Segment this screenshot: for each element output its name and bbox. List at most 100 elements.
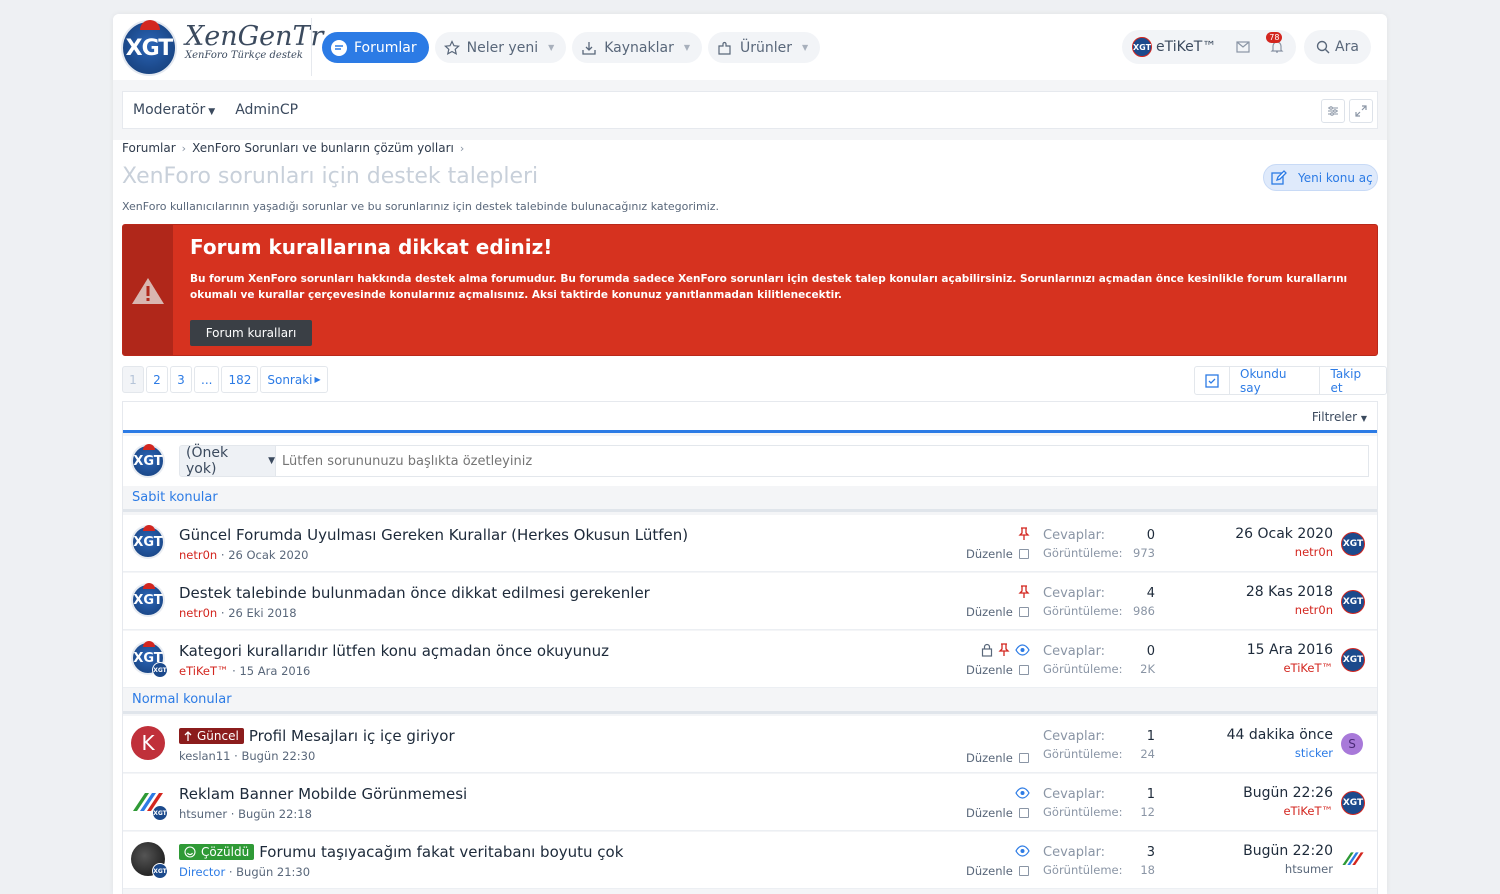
last-poster-avatar[interactable]: XGT <box>1341 590 1365 614</box>
last-post-user[interactable]: netr0n <box>1183 545 1333 559</box>
select-checkbox[interactable] <box>1018 808 1029 818</box>
thread-title[interactable]: Forumu taşıyacağım fakat veritabanı boyu… <box>259 843 623 861</box>
thread-row[interactable]: K Güncel Profil Mesajları iç içe giriyor… <box>123 716 1377 773</box>
thread-author[interactable]: htsumer <box>179 807 227 821</box>
thread-title-input[interactable] <box>276 445 1369 477</box>
select-checkbox[interactable] <box>1018 665 1029 675</box>
page-link[interactable]: 2 <box>146 366 168 393</box>
avatar[interactable]: XGT <box>131 583 165 617</box>
edit-link[interactable]: Düzenle <box>966 663 1013 677</box>
thread-title[interactable]: Güncel Forumda Uyulması Gereken Kurallar… <box>179 526 688 544</box>
thread-date[interactable]: 15 Ara 2016 <box>239 664 310 678</box>
thread-date[interactable]: 26 Eki 2018 <box>228 606 296 620</box>
breadcrumb-item[interactable]: XenForo Sorunları ve bunların çözüm yoll… <box>192 141 454 155</box>
thread-date[interactable]: Bugün 22:18 <box>238 807 312 821</box>
edit-link[interactable]: Düzenle <box>966 864 1013 878</box>
avatar[interactable]: XGT <box>131 784 168 821</box>
select-checkbox[interactable] <box>1018 866 1029 876</box>
envelope-icon[interactable] <box>1236 41 1250 53</box>
last-poster-avatar[interactable]: XGT <box>1341 648 1365 672</box>
prefix-badge[interactable]: Güncel <box>179 728 244 744</box>
style-settings-button[interactable] <box>1321 99 1345 123</box>
thread-title[interactable]: Profil Mesajları iç içe giriyor <box>249 727 455 745</box>
last-poster-avatar[interactable]: S <box>1341 733 1363 755</box>
avatar[interactable]: XGT <box>131 525 165 559</box>
last-post-user[interactable]: eTiKeT™ <box>1183 804 1333 818</box>
select-checkbox[interactable] <box>1018 607 1029 617</box>
last-post-date[interactable]: 26 Ocak 2020 <box>1183 526 1333 544</box>
last-poster-avatar[interactable]: XGT <box>1341 791 1365 815</box>
thread-author[interactable]: Director <box>179 865 225 879</box>
prefix-select[interactable]: (Önek yok) ▼ <box>179 445 276 477</box>
nav-whats-new[interactable]: Neler yeni ▼ <box>434 32 567 63</box>
thread-title[interactable]: Kategori kurallarıdır lütfen konu açmada… <box>179 642 609 660</box>
thread-author[interactable]: eTiKeT™ <box>179 664 229 678</box>
select-checkbox[interactable] <box>1018 753 1029 763</box>
bell-icon[interactable]: 78 <box>1266 32 1284 54</box>
select-checkbox[interactable] <box>1018 549 1029 559</box>
chevron-down-icon[interactable]: ▼ <box>684 43 690 52</box>
sticky-threads-heading: Sabit konular <box>123 486 1377 512</box>
thread-title[interactable]: Destek talebinde bulunmadan önce dikkat … <box>179 584 650 602</box>
next-page-button[interactable]: Sonraki ▶ <box>260 366 328 393</box>
user-avatar[interactable]: XGT <box>1132 37 1152 57</box>
nav-products[interactable]: Ürünler ▼ <box>708 32 821 63</box>
last-post-date[interactable]: 15 Ara 2016 <box>1183 642 1333 660</box>
last-post-user[interactable]: netr0n <box>1183 603 1333 617</box>
last-post-user[interactable]: sticker <box>1183 746 1333 760</box>
filters-button[interactable]: Filtreler ▼ <box>1312 410 1367 424</box>
edit-link[interactable]: Düzenle <box>966 605 1013 619</box>
subnav-admincp[interactable]: AdminCP <box>225 102 308 118</box>
thread-title[interactable]: Reklam Banner Mobilde Görünmemesi <box>179 785 467 803</box>
page-link[interactable]: 3 <box>170 366 192 393</box>
watch-forum-button[interactable]: Takip et <box>1319 367 1386 395</box>
thread-author[interactable]: keslan11 <box>179 749 230 763</box>
search-icon <box>1316 40 1330 54</box>
thread-date[interactable]: Bugün 21:30 <box>236 865 310 879</box>
search-button[interactable]: Ara <box>1304 30 1371 64</box>
page-link[interactable]: 1 <box>122 366 144 393</box>
avatar[interactable]: XGT <box>131 842 168 879</box>
last-poster-avatar[interactable]: XGT <box>1341 532 1365 556</box>
edit-link[interactable]: Düzenle <box>966 806 1013 820</box>
prefix-badge[interactable]: Çözüldü <box>179 844 255 860</box>
thread-meta: netr0n · 26 Eki 2018 <box>179 606 297 620</box>
last-post-date[interactable]: 28 Kas 2018 <box>1183 584 1333 602</box>
last-post-date[interactable]: Bugün 22:20 <box>1183 843 1333 861</box>
page-link[interactable]: 182 <box>221 366 259 393</box>
thread-author[interactable]: netr0n <box>179 548 217 562</box>
new-thread-button[interactable]: Yeni konu aç <box>1263 164 1378 191</box>
last-post-date[interactable]: Bugün 22:26 <box>1183 785 1333 803</box>
nav-resources[interactable]: Kaynaklar ▼ <box>572 32 702 63</box>
fullwidth-toggle-button[interactable] <box>1349 99 1373 123</box>
avatar[interactable]: K <box>131 726 165 760</box>
site-logo[interactable]: XGT <box>121 20 177 76</box>
nav-forums[interactable]: Forumlar <box>322 32 429 63</box>
thread-author[interactable]: netr0n <box>179 606 217 620</box>
thread-row[interactable]: XGT Çözüldü Forumu taşıyacağım fakat ver… <box>123 832 1377 889</box>
mark-read-button[interactable]: Okundu say <box>1229 367 1319 395</box>
avatar[interactable]: XGT <box>131 444 165 478</box>
thread-row[interactable]: XGT Güncel Forumda Uyulması Gereken Kura… <box>123 515 1377 572</box>
page-jump[interactable]: ... <box>194 366 220 393</box>
username[interactable]: eTiKeT™ <box>1156 39 1216 55</box>
last-poster-avatar[interactable] <box>1341 849 1365 867</box>
thread-row[interactable]: XGT XGT Kategori kurallarıdır lütfen konu… <box>123 631 1377 688</box>
logo-text[interactable]: XenGenTr XenForo Türkçe destek <box>185 22 323 62</box>
subnav-moderator[interactable]: Moderatör ▼ <box>123 102 225 118</box>
edit-link[interactable]: Düzenle <box>966 547 1013 561</box>
select-toggle-button[interactable] <box>1195 367 1229 394</box>
forum-rules-button[interactable]: Forum kuralları <box>190 320 312 346</box>
thread-row[interactable]: XGT Destek talebinde bulunmadan önce dik… <box>123 573 1377 630</box>
chevron-down-icon[interactable]: ▼ <box>548 43 554 52</box>
last-post-date[interactable]: 44 dakika önce <box>1183 727 1333 745</box>
edit-link[interactable]: Düzenle <box>966 751 1013 765</box>
breadcrumb-item[interactable]: Forumlar <box>122 141 176 155</box>
thread-date[interactable]: 26 Ocak 2020 <box>228 548 308 562</box>
thread-date[interactable]: Bugün 22:30 <box>241 749 315 763</box>
avatar[interactable]: XGT XGT <box>131 641 168 678</box>
last-post-user[interactable]: eTiKeT™ <box>1183 661 1333 675</box>
last-post-user[interactable]: htsumer <box>1183 862 1333 876</box>
chevron-down-icon[interactable]: ▼ <box>802 43 808 52</box>
thread-row[interactable]: XGT Reklam Banner Mobilde Görünmemesi ht… <box>123 774 1377 831</box>
